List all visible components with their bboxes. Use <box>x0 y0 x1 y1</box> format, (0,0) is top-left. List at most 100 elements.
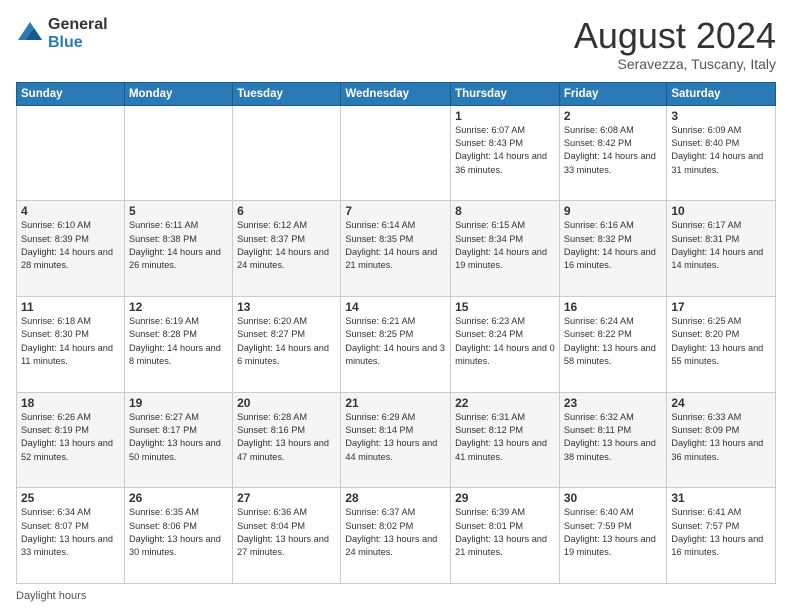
header: General Blue August 2024 Seravezza, Tusc… <box>16 16 776 72</box>
day-info: Sunrise: 6:32 AM Sunset: 8:11 PM Dayligh… <box>564 411 662 464</box>
day-info: Sunrise: 6:25 AM Sunset: 8:20 PM Dayligh… <box>671 315 771 368</box>
calendar-cell: 15Sunrise: 6:23 AM Sunset: 8:24 PM Dayli… <box>451 296 560 392</box>
day-info: Sunrise: 6:15 AM Sunset: 8:34 PM Dayligh… <box>455 219 555 272</box>
calendar-cell: 14Sunrise: 6:21 AM Sunset: 8:25 PM Dayli… <box>341 296 451 392</box>
day-number: 3 <box>671 109 771 123</box>
calendar-header-thursday: Thursday <box>451 82 560 105</box>
day-info: Sunrise: 6:12 AM Sunset: 8:37 PM Dayligh… <box>237 219 336 272</box>
day-info: Sunrise: 6:36 AM Sunset: 8:04 PM Dayligh… <box>237 506 336 559</box>
calendar-cell <box>124 105 232 201</box>
day-info: Sunrise: 6:08 AM Sunset: 8:42 PM Dayligh… <box>564 124 662 177</box>
day-number: 8 <box>455 204 555 218</box>
calendar-cell: 29Sunrise: 6:39 AM Sunset: 8:01 PM Dayli… <box>451 488 560 584</box>
day-number: 11 <box>21 300 120 314</box>
day-number: 6 <box>237 204 336 218</box>
day-info: Sunrise: 6:26 AM Sunset: 8:19 PM Dayligh… <box>21 411 120 464</box>
day-info: Sunrise: 6:23 AM Sunset: 8:24 PM Dayligh… <box>455 315 555 368</box>
calendar-week-row: 25Sunrise: 6:34 AM Sunset: 8:07 PM Dayli… <box>17 488 776 584</box>
day-info: Sunrise: 6:09 AM Sunset: 8:40 PM Dayligh… <box>671 124 771 177</box>
day-number: 10 <box>671 204 771 218</box>
day-number: 4 <box>21 204 120 218</box>
title-block: August 2024 Seravezza, Tuscany, Italy <box>574 16 776 72</box>
day-number: 31 <box>671 491 771 505</box>
calendar-cell: 18Sunrise: 6:26 AM Sunset: 8:19 PM Dayli… <box>17 392 125 488</box>
calendar-cell: 4Sunrise: 6:10 AM Sunset: 8:39 PM Daylig… <box>17 201 125 297</box>
day-info: Sunrise: 6:28 AM Sunset: 8:16 PM Dayligh… <box>237 411 336 464</box>
logo-general: General <box>48 16 108 34</box>
day-number: 21 <box>345 396 446 410</box>
day-info: Sunrise: 6:07 AM Sunset: 8:43 PM Dayligh… <box>455 124 555 177</box>
day-info: Sunrise: 6:11 AM Sunset: 8:38 PM Dayligh… <box>129 219 228 272</box>
calendar-cell: 24Sunrise: 6:33 AM Sunset: 8:09 PM Dayli… <box>667 392 776 488</box>
day-info: Sunrise: 6:16 AM Sunset: 8:32 PM Dayligh… <box>564 219 662 272</box>
day-number: 2 <box>564 109 662 123</box>
day-info: Sunrise: 6:35 AM Sunset: 8:06 PM Dayligh… <box>129 506 228 559</box>
day-info: Sunrise: 6:10 AM Sunset: 8:39 PM Dayligh… <box>21 219 120 272</box>
calendar-week-row: 1Sunrise: 6:07 AM Sunset: 8:43 PM Daylig… <box>17 105 776 201</box>
calendar-cell: 28Sunrise: 6:37 AM Sunset: 8:02 PM Dayli… <box>341 488 451 584</box>
calendar-cell: 6Sunrise: 6:12 AM Sunset: 8:37 PM Daylig… <box>233 201 341 297</box>
calendar-table: SundayMondayTuesdayWednesdayThursdayFrid… <box>16 82 776 584</box>
calendar-header-monday: Monday <box>124 82 232 105</box>
day-number: 29 <box>455 491 555 505</box>
calendar-cell: 22Sunrise: 6:31 AM Sunset: 8:12 PM Dayli… <box>451 392 560 488</box>
day-info: Sunrise: 6:19 AM Sunset: 8:28 PM Dayligh… <box>129 315 228 368</box>
month-title: August 2024 <box>574 16 776 56</box>
calendar-cell: 16Sunrise: 6:24 AM Sunset: 8:22 PM Dayli… <box>559 296 666 392</box>
day-number: 25 <box>21 491 120 505</box>
calendar-week-row: 4Sunrise: 6:10 AM Sunset: 8:39 PM Daylig… <box>17 201 776 297</box>
calendar-cell: 13Sunrise: 6:20 AM Sunset: 8:27 PM Dayli… <box>233 296 341 392</box>
calendar-cell <box>341 105 451 201</box>
calendar-cell: 30Sunrise: 6:40 AM Sunset: 7:59 PM Dayli… <box>559 488 666 584</box>
calendar-week-row: 11Sunrise: 6:18 AM Sunset: 8:30 PM Dayli… <box>17 296 776 392</box>
calendar-cell: 19Sunrise: 6:27 AM Sunset: 8:17 PM Dayli… <box>124 392 232 488</box>
calendar-header-saturday: Saturday <box>667 82 776 105</box>
day-info: Sunrise: 6:17 AM Sunset: 8:31 PM Dayligh… <box>671 219 771 272</box>
calendar-cell: 5Sunrise: 6:11 AM Sunset: 8:38 PM Daylig… <box>124 201 232 297</box>
calendar-cell: 7Sunrise: 6:14 AM Sunset: 8:35 PM Daylig… <box>341 201 451 297</box>
day-info: Sunrise: 6:14 AM Sunset: 8:35 PM Dayligh… <box>345 219 446 272</box>
day-info: Sunrise: 6:27 AM Sunset: 8:17 PM Dayligh… <box>129 411 228 464</box>
day-info: Sunrise: 6:34 AM Sunset: 8:07 PM Dayligh… <box>21 506 120 559</box>
day-number: 27 <box>237 491 336 505</box>
calendar-week-row: 18Sunrise: 6:26 AM Sunset: 8:19 PM Dayli… <box>17 392 776 488</box>
day-number: 20 <box>237 396 336 410</box>
calendar-cell: 10Sunrise: 6:17 AM Sunset: 8:31 PM Dayli… <box>667 201 776 297</box>
day-info: Sunrise: 6:39 AM Sunset: 8:01 PM Dayligh… <box>455 506 555 559</box>
logo-icon <box>16 20 44 48</box>
calendar-cell <box>17 105 125 201</box>
day-number: 15 <box>455 300 555 314</box>
calendar-cell: 17Sunrise: 6:25 AM Sunset: 8:20 PM Dayli… <box>667 296 776 392</box>
day-number: 16 <box>564 300 662 314</box>
day-info: Sunrise: 6:21 AM Sunset: 8:25 PM Dayligh… <box>345 315 446 368</box>
calendar-header-tuesday: Tuesday <box>233 82 341 105</box>
calendar-header-wednesday: Wednesday <box>341 82 451 105</box>
calendar-header-friday: Friday <box>559 82 666 105</box>
calendar-header-sunday: Sunday <box>17 82 125 105</box>
calendar-cell: 20Sunrise: 6:28 AM Sunset: 8:16 PM Dayli… <box>233 392 341 488</box>
day-number: 12 <box>129 300 228 314</box>
calendar-cell: 11Sunrise: 6:18 AM Sunset: 8:30 PM Dayli… <box>17 296 125 392</box>
day-number: 23 <box>564 396 662 410</box>
day-info: Sunrise: 6:18 AM Sunset: 8:30 PM Dayligh… <box>21 315 120 368</box>
day-info: Sunrise: 6:31 AM Sunset: 8:12 PM Dayligh… <box>455 411 555 464</box>
day-info: Sunrise: 6:41 AM Sunset: 7:57 PM Dayligh… <box>671 506 771 559</box>
day-number: 14 <box>345 300 446 314</box>
day-number: 1 <box>455 109 555 123</box>
calendar-cell: 12Sunrise: 6:19 AM Sunset: 8:28 PM Dayli… <box>124 296 232 392</box>
day-info: Sunrise: 6:29 AM Sunset: 8:14 PM Dayligh… <box>345 411 446 464</box>
day-number: 9 <box>564 204 662 218</box>
page: General Blue August 2024 Seravezza, Tusc… <box>0 0 792 612</box>
logo: General Blue <box>16 16 108 51</box>
logo-blue: Blue <box>48 34 108 52</box>
day-number: 17 <box>671 300 771 314</box>
day-info: Sunrise: 6:24 AM Sunset: 8:22 PM Dayligh… <box>564 315 662 368</box>
day-number: 26 <box>129 491 228 505</box>
calendar-cell: 31Sunrise: 6:41 AM Sunset: 7:57 PM Dayli… <box>667 488 776 584</box>
calendar-cell: 26Sunrise: 6:35 AM Sunset: 8:06 PM Dayli… <box>124 488 232 584</box>
day-number: 30 <box>564 491 662 505</box>
calendar-cell: 1Sunrise: 6:07 AM Sunset: 8:43 PM Daylig… <box>451 105 560 201</box>
calendar-cell: 8Sunrise: 6:15 AM Sunset: 8:34 PM Daylig… <box>451 201 560 297</box>
logo-text: General Blue <box>48 16 108 51</box>
day-number: 28 <box>345 491 446 505</box>
